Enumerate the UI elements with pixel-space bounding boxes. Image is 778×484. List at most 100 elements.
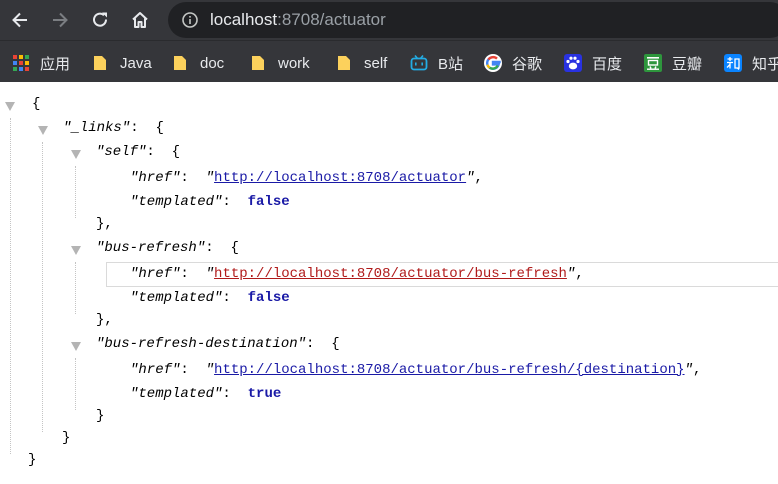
bookmark-label: work [278, 54, 310, 72]
root-close-brace: } [28, 452, 37, 468]
bookmark-doc[interactable]: doc [172, 52, 224, 74]
json-comma: , [575, 266, 584, 282]
json-brace: { [331, 336, 340, 352]
href-link[interactable]: http://localhost:8708/actuator [214, 170, 466, 186]
bus-refresh-destination-row: "bus-refresh-destination": { [96, 334, 340, 354]
json-colon: : [222, 290, 231, 306]
bookmark-label: 应用 [40, 55, 71, 73]
home-icon [132, 12, 148, 28]
templated-value: false [247, 194, 290, 210]
bookmark-label: self [364, 54, 388, 72]
json-brace: { [171, 144, 181, 160]
bus-refresh-row: "bus-refresh": { [96, 238, 239, 258]
bookmarks-bar: 应用 Java doc work self B站 谷歌 百度 豆瓣 知乎 [0, 40, 778, 82]
templated-value: true [247, 386, 282, 402]
bookmark-work[interactable]: work [250, 52, 310, 74]
json-key: "bus-refresh" [96, 240, 206, 256]
json-key: "href" [130, 266, 181, 282]
address-bar[interactable]: localhost:8708/actuator [168, 2, 778, 38]
url-path: :8708/actuator [277, 10, 386, 29]
google-icon [484, 54, 502, 72]
templated-row: "templated": false [130, 192, 290, 212]
collapse-toggle-icon[interactable] [5, 102, 15, 111]
back-arrow-icon [12, 12, 27, 28]
bookmark-java[interactable]: Java [92, 52, 152, 74]
apps-grid-icon [13, 55, 29, 71]
forward-arrow-icon [53, 12, 68, 28]
folder-icon [174, 56, 186, 70]
bookmark-label: B站 [438, 55, 464, 73]
collapse-toggle-icon[interactable] [71, 246, 81, 255]
href-link[interactable]: http://localhost:8708/actuator/bus-refre… [214, 266, 567, 282]
json-colon: : [222, 386, 231, 402]
json-key: "href" [130, 362, 181, 378]
self-row: "self": { [96, 142, 180, 162]
url-text[interactable]: localhost:8708/actuator [210, 10, 386, 30]
json-colon: : [180, 266, 189, 282]
indent-guide [75, 262, 76, 314]
json-viewer: { "_links": { "self": { "href": "http://… [0, 82, 778, 484]
collapse-toggle-icon[interactable] [71, 342, 81, 351]
reload-icon [93, 12, 108, 27]
bookmark-self[interactable]: self [336, 52, 387, 74]
bookmark-label: 百度 [592, 55, 623, 73]
bookmark-apps[interactable]: 应用 [12, 52, 70, 74]
json-colon: : [180, 170, 189, 186]
json-key: "bus-refresh-destination" [96, 336, 307, 352]
root-open-brace: { [32, 96, 41, 112]
json-colon: : [130, 120, 139, 136]
close-brace-comma: }, [96, 312, 113, 328]
bookmark-baidu[interactable]: 百度 [564, 52, 622, 74]
baidu-icon [564, 54, 582, 72]
zhihu-icon [724, 54, 742, 72]
href-link[interactable]: http://localhost:8708/actuator/bus-refre… [214, 362, 684, 378]
bilibili-icon [410, 54, 428, 71]
bookmark-label: 知乎 [752, 55, 778, 73]
links-row: "_links": { [63, 118, 164, 138]
folder-icon [252, 56, 264, 70]
json-key: "templated" [130, 194, 223, 210]
folder-icon [94, 56, 106, 70]
indent-guide [75, 166, 76, 218]
bookmark-zhihu[interactable]: 知乎 [724, 52, 778, 74]
back-button[interactable] [6, 6, 34, 34]
json-colon: : [146, 144, 155, 160]
json-colon: : [180, 362, 189, 378]
home-button[interactable] [126, 6, 154, 34]
json-comma: , [692, 362, 702, 378]
info-icon[interactable] [182, 12, 198, 28]
bookmark-bilibili[interactable]: B站 [410, 52, 463, 74]
collapse-toggle-icon[interactable] [71, 150, 81, 159]
bookmark-label: 谷歌 [512, 55, 543, 73]
indent-guide [42, 142, 43, 432]
json-brace: { [230, 240, 239, 256]
templated-row: "templated": false [130, 288, 290, 308]
json-colon: : [222, 194, 231, 210]
douban-icon [644, 54, 662, 72]
bookmark-douban[interactable]: 豆瓣 [644, 52, 702, 74]
collapse-toggle-icon[interactable] [38, 126, 48, 135]
entry-close-brace: } [96, 408, 105, 424]
json-key: "templated" [130, 386, 223, 402]
templated-value: false [247, 290, 290, 306]
href-row: "href": "http://localhost:8708/actuator/… [130, 266, 584, 282]
bookmark-google[interactable]: 谷歌 [484, 52, 542, 74]
reload-button[interactable] [86, 6, 114, 34]
json-key: "templated" [130, 290, 223, 306]
json-colon: : [306, 336, 315, 352]
href-row: "href": "http://localhost:8708/actuator"… [130, 170, 483, 186]
forward-button[interactable] [46, 6, 74, 34]
json-brace: { [155, 120, 164, 136]
bookmark-label: doc [200, 54, 225, 72]
json-key: "self" [96, 144, 147, 160]
href-row: "href": "http://localhost:8708/actuator/… [130, 362, 702, 378]
json-comma: , [474, 170, 483, 186]
browser-toolbar: localhost:8708/actuator [0, 0, 778, 40]
json-colon: : [205, 240, 214, 256]
bookmark-label: Java [120, 54, 152, 72]
json-key: "_links" [63, 120, 131, 136]
indent-guide [75, 358, 76, 410]
json-key: "href" [130, 170, 181, 186]
folder-icon [338, 56, 350, 70]
indent-guide [10, 118, 11, 454]
